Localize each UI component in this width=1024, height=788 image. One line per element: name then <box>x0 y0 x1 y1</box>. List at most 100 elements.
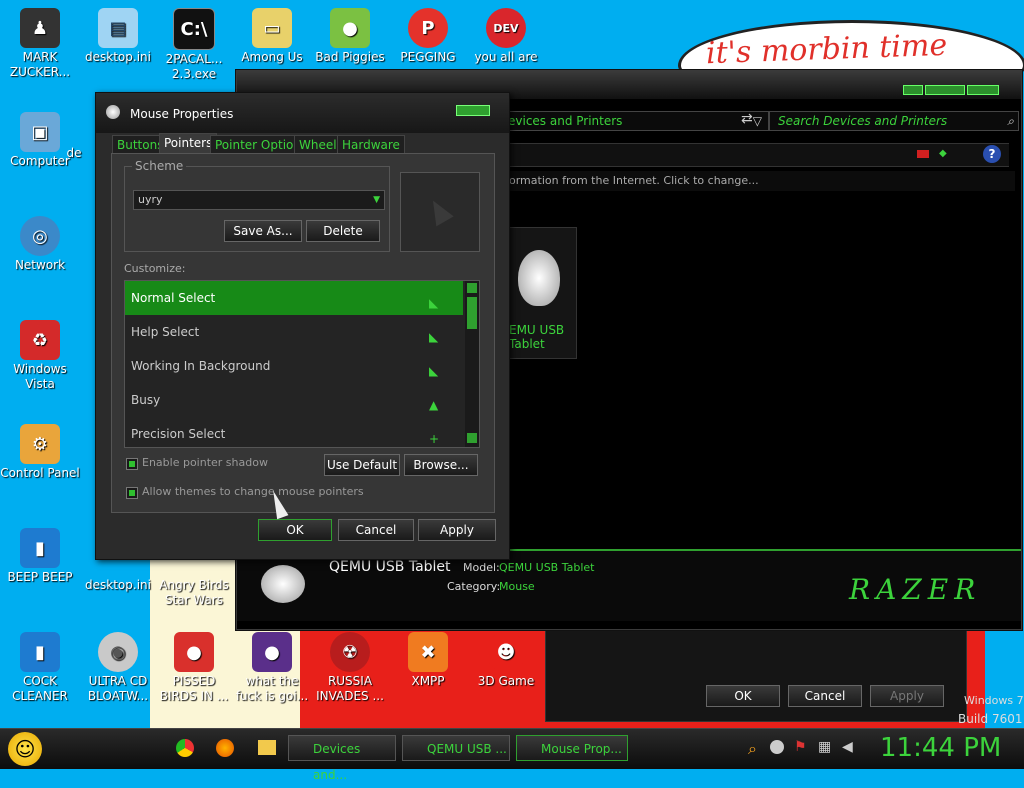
list-item-working-in-background[interactable]: Working In Background ◣ <box>125 349 463 383</box>
windows-watermark-line2: Build 7601 <box>958 712 1023 726</box>
chevron-down-icon[interactable]: ▽ <box>753 112 762 130</box>
list-item-label: Working In Background <box>131 359 271 373</box>
desktop-icon-windows-vista[interactable]: ♻ Windows Vista <box>0 320 80 392</box>
desktop-icon-label: de <box>66 146 82 160</box>
view-icon[interactable]: ◆ <box>939 148 947 159</box>
desktop-icon-label: Network <box>14 258 66 272</box>
help-cursor-icon: ◣ <box>429 330 439 344</box>
list-item-busy[interactable]: Busy ▲ <box>125 383 463 417</box>
task-mouse-properties[interactable]: Mouse Prop... <box>516 735 628 761</box>
desktop-icon-desktop-ini[interactable]: ▤ desktop.ini <box>78 8 158 65</box>
desktop-icon-de[interactable]: de <box>54 146 94 161</box>
desktop-icon-label: MARK ZUCKER... <box>9 50 71 79</box>
ok-button[interactable]: OK <box>258 519 332 541</box>
address-bar[interactable]: evices and Printers ▽ <box>503 111 769 131</box>
clock[interactable]: 11:44 PM <box>880 733 1001 763</box>
use-default-button[interactable]: Use Default <box>324 454 400 476</box>
desktop-icon-label: Among Us <box>241 50 303 64</box>
start-button[interactable]: ☺ <box>8 732 42 766</box>
network-icon[interactable]: ▦ <box>818 739 831 755</box>
desktop-icon-network[interactable]: ◎ Network <box>0 216 80 273</box>
list-item-help-select[interactable]: Help Select ◣ <box>125 315 463 349</box>
firefox-icon[interactable] <box>216 739 234 757</box>
chevron-down-icon[interactable]: ▼ <box>373 191 380 209</box>
cancel-button[interactable]: Cancel <box>338 519 414 541</box>
list-scrollbar[interactable] <box>465 281 479 447</box>
desktop-icon-cock-cleaner[interactable]: ▮ COCK CLEANER <box>0 632 80 704</box>
minus-icon[interactable] <box>770 740 784 754</box>
desktop-icon-angry-birds-star-wars[interactable]: Angry Birds Star Wars <box>154 578 234 608</box>
scroll-thumb[interactable] <box>467 297 477 329</box>
delete-button[interactable]: Delete <box>306 220 380 242</box>
desktop-icon-russia-invades[interactable]: ☢ RUSSIA INVADES ... <box>310 632 390 704</box>
desktop-icon-pegging[interactable]: P PEGGING <box>388 8 468 65</box>
close-button[interactable] <box>456 105 490 116</box>
desktop-icon-bad-piggies[interactable]: ● Bad Piggies <box>310 8 390 65</box>
cd-icon: ◉ <box>98 632 138 672</box>
task-devices-and-printers[interactable]: Devices and... <box>288 735 396 782</box>
desktop-icon-3d-game[interactable]: ☻ 3D Game <box>466 632 546 689</box>
arrow-cursor-icon: ◣ <box>429 296 439 310</box>
cursor-list[interactable]: Normal Select ◣ Help Select ◣ Working In B… <box>124 280 480 448</box>
back-apply-button[interactable]: Apply <box>870 685 944 707</box>
desktop-icon-among-us[interactable]: ▭ Among Us <box>232 8 312 65</box>
mouse-properties-dialog: Mouse Properties Buttons Pointers Pointe… <box>95 92 510 560</box>
scroll-up-icon[interactable] <box>467 283 477 293</box>
save-as-button[interactable]: Save As... <box>224 220 302 242</box>
task-qemu-usb[interactable]: QEMU USB ... <box>402 735 510 761</box>
mouse-icon <box>261 565 305 603</box>
model-value: QEMU USB Tablet <box>499 561 595 574</box>
desktop-icon-label: XMPP <box>411 674 445 688</box>
chrome-icon[interactable] <box>176 739 194 757</box>
search-placeholder: Search Devices and Printers <box>778 114 948 128</box>
razer-logo: RAZER <box>849 573 982 606</box>
desktop-icon-label: Windows Vista <box>13 362 67 391</box>
search-input[interactable]: Search Devices and Printers ⌕ <box>769 111 1019 131</box>
info-bar[interactable]: ormation from the Internet. Click to cha… <box>503 171 1015 191</box>
desktop-icon-mark-zucker[interactable]: ♟ MARK ZUCKER... <box>0 8 80 80</box>
back-ok-button[interactable]: OK <box>706 685 780 707</box>
search-icon[interactable]: ⌕ <box>1007 112 1014 130</box>
desktop-icon-label: COCK CLEANER <box>12 674 68 703</box>
flag-icon[interactable] <box>917 150 929 158</box>
enable-pointer-shadow-checkbox[interactable] <box>126 458 138 470</box>
p-logo-icon: P <box>408 8 448 48</box>
desktop-icon-control-panel[interactable]: ⚙ Control Panel <box>0 424 80 481</box>
desktop-icon-pissed-birds[interactable]: ● PISSED BIRDS IN ... <box>154 632 234 704</box>
refresh-icon[interactable]: ⇄ <box>741 111 753 127</box>
desktop-icon-label: desktop.ini <box>85 50 151 64</box>
list-item-normal-select[interactable]: Normal Select ◣ <box>125 281 463 315</box>
search-icon[interactable]: ⌕ <box>748 739 757 759</box>
maximize-button[interactable] <box>925 85 965 95</box>
back-cancel-button[interactable]: Cancel <box>788 685 862 707</box>
text-file-icon: ▤ <box>98 8 138 48</box>
help-icon[interactable]: ? <box>983 145 1001 163</box>
close-button[interactable] <box>967 85 999 95</box>
desktop-icon-ultra-cd[interactable]: ◉ ULTRA CD BLOATW... <box>78 632 158 704</box>
allow-themes-checkbox[interactable] <box>126 487 138 499</box>
customize-label: Customize: <box>124 262 186 275</box>
scheme-dropdown[interactable]: uyry ▼ <box>133 190 385 210</box>
list-item-label: Precision Select <box>131 427 226 441</box>
flag-icon[interactable]: ⚑ <box>794 739 807 755</box>
desktop-icon-beep-beep[interactable]: ▮ BEEP BEEP <box>0 528 80 585</box>
tab-hardware[interactable]: Hardware <box>337 135 405 155</box>
volume-icon[interactable]: ◀ <box>842 739 853 755</box>
folder-icon[interactable] <box>258 740 276 755</box>
dialog-title-bar: Mouse Properties <box>96 93 509 133</box>
apply-button[interactable]: Apply <box>418 519 496 541</box>
minimize-button[interactable] <box>903 85 923 95</box>
list-item-precision-select[interactable]: Precision Select + <box>125 417 463 447</box>
desktop-icon-desktop-ini-2[interactable]: desktop.ini <box>78 578 158 593</box>
address-text: evices and Printers <box>508 114 623 128</box>
mouse-icon <box>106 105 120 119</box>
desktop-icon-you-all-are[interactable]: DEV you all are <box>466 8 546 65</box>
character-icon: ☻ <box>486 632 526 672</box>
tab-pointers[interactable]: Pointers <box>159 133 218 155</box>
browse-button[interactable]: Browse... <box>404 454 478 476</box>
desktop-icon-what-the[interactable]: ● what the fuck is goi... <box>232 632 312 704</box>
desktop-icon-xmpp[interactable]: ✖ XMPP <box>388 632 468 689</box>
tab-wheel[interactable]: Wheel <box>294 135 342 155</box>
desktop-icon-2pacal[interactable]: C:\ 2PACAL... 2.3.exe <box>154 8 234 82</box>
scroll-down-icon[interactable] <box>467 433 477 443</box>
